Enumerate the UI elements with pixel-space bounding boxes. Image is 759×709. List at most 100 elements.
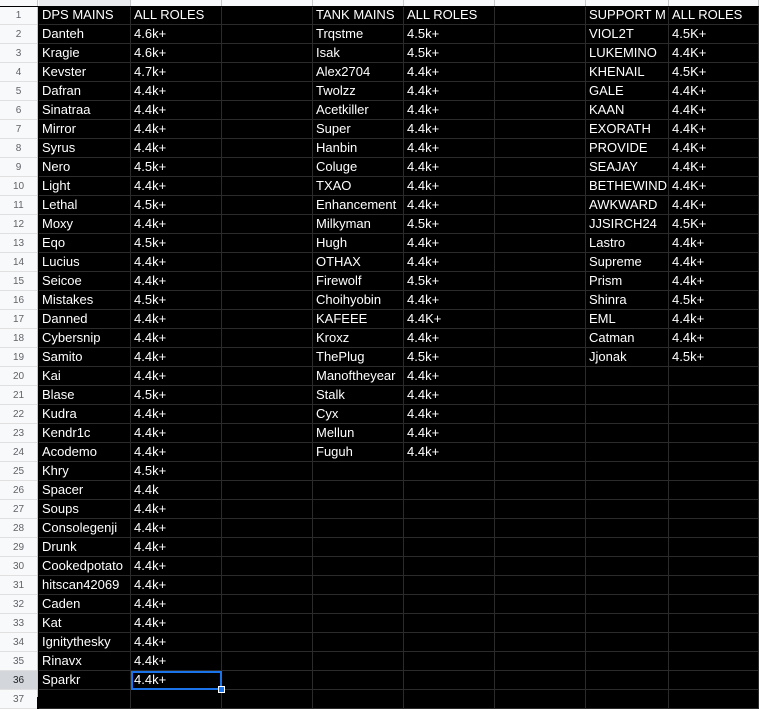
cell-B31[interactable]: 4.4k+ <box>131 576 222 594</box>
cell-G4[interactable]: KHENAIL <box>586 63 669 81</box>
cell-D34[interactable] <box>313 633 404 651</box>
table-row[interactable]: Blase 4.5k+ Stalk 4.4k+ <box>39 386 759 405</box>
cell-A25[interactable]: Khry <box>39 462 131 480</box>
cell-A2[interactable]: Danteh <box>39 25 131 43</box>
table-row[interactable]: Dafran 4.4k+ Twolzz 4.4k+ GALE 4.4K+ <box>39 82 759 101</box>
cell-A10[interactable]: Light <box>39 177 131 195</box>
column-header-h[interactable] <box>669 0 759 6</box>
cell-F5[interactable] <box>495 82 586 100</box>
cell-D35[interactable] <box>313 652 404 670</box>
cell-C21[interactable] <box>222 386 313 404</box>
cell-H36[interactable] <box>669 671 759 689</box>
cell-G36[interactable] <box>586 671 669 689</box>
cell-E7[interactable]: 4.4k+ <box>404 120 495 138</box>
column-header-f[interactable] <box>495 0 586 6</box>
cell-H19[interactable]: 4.5k+ <box>669 348 759 366</box>
cell-H28[interactable] <box>669 519 759 537</box>
cell-E6[interactable]: 4.4k+ <box>404 101 495 119</box>
cell-F18[interactable] <box>495 329 586 347</box>
cell-D10[interactable]: TXAO <box>313 177 404 195</box>
table-row[interactable]: Kat 4.4k+ <box>39 614 759 633</box>
cell-E37[interactable] <box>404 690 495 708</box>
row-header-11[interactable]: 11 <box>0 196 37 215</box>
cell-B34[interactable]: 4.4k+ <box>131 633 222 651</box>
select-all-corner[interactable] <box>0 0 38 6</box>
row-header-18[interactable]: 18 <box>0 329 37 348</box>
cell-H3[interactable]: 4.4K+ <box>669 44 759 62</box>
row-header-5[interactable]: 5 <box>0 82 37 101</box>
cell-F34[interactable] <box>495 633 586 651</box>
cell-G25[interactable] <box>586 462 669 480</box>
cell-H5[interactable]: 4.4K+ <box>669 82 759 100</box>
cell-G29[interactable] <box>586 538 669 556</box>
table-row[interactable]: Syrus 4.4k+ Hanbin 4.4k+ PROVIDE 4.4K+ <box>39 139 759 158</box>
cell-D27[interactable] <box>313 500 404 518</box>
cell-B33[interactable]: 4.4k+ <box>131 614 222 632</box>
row-header-3[interactable]: 3 <box>0 44 37 63</box>
cell-F26[interactable] <box>495 481 586 499</box>
cell-H17[interactable]: 4.4k+ <box>669 310 759 328</box>
cell-E10[interactable]: 4.4k+ <box>404 177 495 195</box>
table-row[interactable]: Light 4.4k+ TXAO 4.4k+ BETHEWIND 4.4K+ <box>39 177 759 196</box>
cell-D4[interactable]: Alex2704 <box>313 63 404 81</box>
cell-B27[interactable]: 4.4k+ <box>131 500 222 518</box>
fill-handle[interactable] <box>218 686 225 693</box>
cell-F9[interactable] <box>495 158 586 176</box>
cell-D7[interactable]: Super <box>313 120 404 138</box>
cell-G31[interactable] <box>586 576 669 594</box>
table-row[interactable]: Lethal 4.5k+ Enhancement 4.4k+ AWKWARD 4.4K+ <box>39 196 759 215</box>
cell-A37[interactable] <box>39 690 131 708</box>
cell-H30[interactable] <box>669 557 759 575</box>
table-row[interactable]: Drunk 4.4k+ <box>39 538 759 557</box>
cell-A19[interactable]: Samito <box>39 348 131 366</box>
cell-G18[interactable]: Catman <box>586 329 669 347</box>
cell-B29[interactable]: 4.4k+ <box>131 538 222 556</box>
table-row[interactable]: Lucius 4.4k+ OTHAX 4.4k+ Supreme 4.4k+ <box>39 253 759 272</box>
table-row[interactable]: Sinatraa 4.4k+ Acetkiller 4.4k+ KAAN 4.4K+ <box>39 101 759 120</box>
cell-C19[interactable] <box>222 348 313 366</box>
cell-A18[interactable]: Cybersnip <box>39 329 131 347</box>
table-row[interactable]: Consolegenji 4.4k+ <box>39 519 759 538</box>
cell-D2[interactable]: Trqstme <box>313 25 404 43</box>
cell-H24[interactable] <box>669 443 759 461</box>
row-header-31[interactable]: 31 <box>0 576 37 595</box>
cell-G7[interactable]: EXORATH <box>586 120 669 138</box>
cell-G35[interactable] <box>586 652 669 670</box>
row-header-17[interactable]: 17 <box>0 310 37 329</box>
row-header-14[interactable]: 14 <box>0 253 37 272</box>
cell-H13[interactable]: 4.4k+ <box>669 234 759 252</box>
cell-C10[interactable] <box>222 177 313 195</box>
cell-G30[interactable] <box>586 557 669 575</box>
row-header-32[interactable]: 32 <box>0 595 37 614</box>
cell-C12[interactable] <box>222 215 313 233</box>
cell-C8[interactable] <box>222 139 313 157</box>
cell-A5[interactable]: Dafran <box>39 82 131 100</box>
cell-F13[interactable] <box>495 234 586 252</box>
cell-B36[interactable]: 4.4k+ <box>131 671 222 689</box>
cell-E15[interactable]: 4.5k+ <box>404 272 495 290</box>
cell-C5[interactable] <box>222 82 313 100</box>
cell-D3[interactable]: Isak <box>313 44 404 62</box>
cell-H35[interactable] <box>669 652 759 670</box>
cell-B35[interactable]: 4.4k+ <box>131 652 222 670</box>
cell-B11[interactable]: 4.5k+ <box>131 196 222 214</box>
cell-D1[interactable]: TANK MAINS <box>313 6 404 24</box>
cell-C4[interactable] <box>222 63 313 81</box>
cell-A12[interactable]: Moxy <box>39 215 131 233</box>
cell-D19[interactable]: ThePlug <box>313 348 404 366</box>
cell-F17[interactable] <box>495 310 586 328</box>
cell-E23[interactable]: 4.4k+ <box>404 424 495 442</box>
cell-D12[interactable]: Milkyman <box>313 215 404 233</box>
cell-B25[interactable]: 4.5k+ <box>131 462 222 480</box>
cell-A14[interactable]: Lucius <box>39 253 131 271</box>
cell-E2[interactable]: 4.5k+ <box>404 25 495 43</box>
row-header-25[interactable]: 25 <box>0 462 37 481</box>
cell-G11[interactable]: AWKWARD <box>586 196 669 214</box>
cell-C30[interactable] <box>222 557 313 575</box>
row-header-26[interactable]: 26 <box>0 481 37 500</box>
table-row[interactable]: Kragie 4.6k+ Isak 4.5k+ LUKEMINO 4.4K+ <box>39 44 759 63</box>
cell-F24[interactable] <box>495 443 586 461</box>
row-header-12[interactable]: 12 <box>0 215 37 234</box>
cell-D5[interactable]: Twolzz <box>313 82 404 100</box>
cell-A21[interactable]: Blase <box>39 386 131 404</box>
